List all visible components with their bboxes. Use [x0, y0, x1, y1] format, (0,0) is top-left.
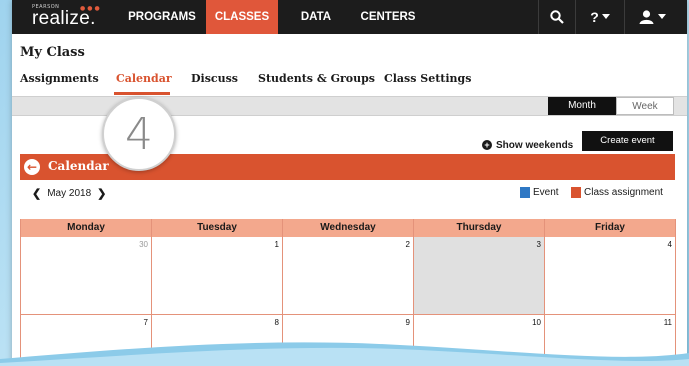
legend-event-label: Event — [533, 187, 559, 198]
day-header-tuesday: Tuesday — [152, 219, 283, 237]
chevron-down-icon — [601, 14, 610, 19]
back-arrow-icon[interactable]: ← — [24, 159, 40, 175]
legend-class-assignment-label: Class assignment — [584, 187, 663, 198]
chevron-left-icon[interactable]: ❮ — [32, 187, 41, 200]
help-menu[interactable]: ? — [576, 0, 624, 34]
user-menu[interactable] — [625, 0, 679, 34]
tab-class-settings[interactable]: Class Settings — [384, 72, 471, 85]
app-window: PEARSON ●●● realize. PROGRAMS CLASSES DA… — [12, 0, 687, 366]
day-header-monday: Monday — [21, 219, 152, 237]
tab-students-groups[interactable]: Students & Groups — [258, 72, 375, 85]
tab-assignments[interactable]: Assignments — [20, 72, 99, 85]
help-icon: ? — [590, 9, 599, 25]
nav-programs[interactable]: PROGRAMS — [123, 0, 201, 34]
realize-logo[interactable]: PEARSON ●●● realize. — [32, 4, 112, 30]
plus-circle-icon: + — [482, 140, 492, 150]
legend-class-assignment: Class assignment — [571, 187, 663, 198]
day-cell-today[interactable]: 3 — [414, 237, 545, 315]
decorative-wave — [0, 342, 689, 366]
day-cell[interactable]: 2 — [283, 237, 414, 315]
search-icon[interactable] — [539, 0, 575, 34]
nav-centers[interactable]: CENTERS — [352, 0, 424, 34]
day-cell[interactable]: 4 — [545, 237, 676, 315]
create-event-button[interactable]: Create event — [582, 131, 673, 151]
legend-event: Event — [520, 187, 559, 198]
day-header-wednesday: Wednesday — [283, 219, 414, 237]
logo-text: realize. — [32, 8, 96, 29]
month-view-button[interactable]: Month — [548, 97, 616, 115]
day-header-friday: Friday — [545, 219, 676, 237]
day-cell[interactable]: 30 — [21, 237, 152, 315]
week-view-button[interactable]: Week — [616, 97, 674, 115]
month-navigator: ❮ May 2018 ❯ — [32, 187, 106, 200]
top-navigation: PEARSON ●●● realize. PROGRAMS CLASSES DA… — [12, 0, 687, 34]
chevron-right-icon[interactable]: ❯ — [97, 187, 106, 200]
month-label: May 2018 — [47, 188, 92, 199]
chevron-down-icon — [657, 14, 666, 19]
show-weekends-toggle[interactable]: + Show weekends — [482, 138, 573, 152]
tab-discuss[interactable]: Discuss — [191, 72, 238, 85]
class-assignment-swatch — [571, 187, 581, 198]
page-title: My Class — [20, 45, 85, 60]
calendar-title: Calendar — [48, 159, 109, 173]
day-cell[interactable]: 1 — [152, 237, 283, 315]
event-swatch — [520, 187, 530, 198]
step-number-badge: 4 — [102, 97, 176, 171]
nav-data[interactable]: DATA — [288, 0, 344, 34]
day-header-thursday: Thursday — [414, 219, 545, 237]
show-weekends-label: Show weekends — [496, 139, 574, 151]
nav-classes[interactable]: CLASSES — [206, 0, 278, 34]
user-icon — [639, 10, 653, 24]
active-tab-indicator — [114, 92, 170, 95]
tab-calendar[interactable]: Calendar — [116, 72, 172, 85]
